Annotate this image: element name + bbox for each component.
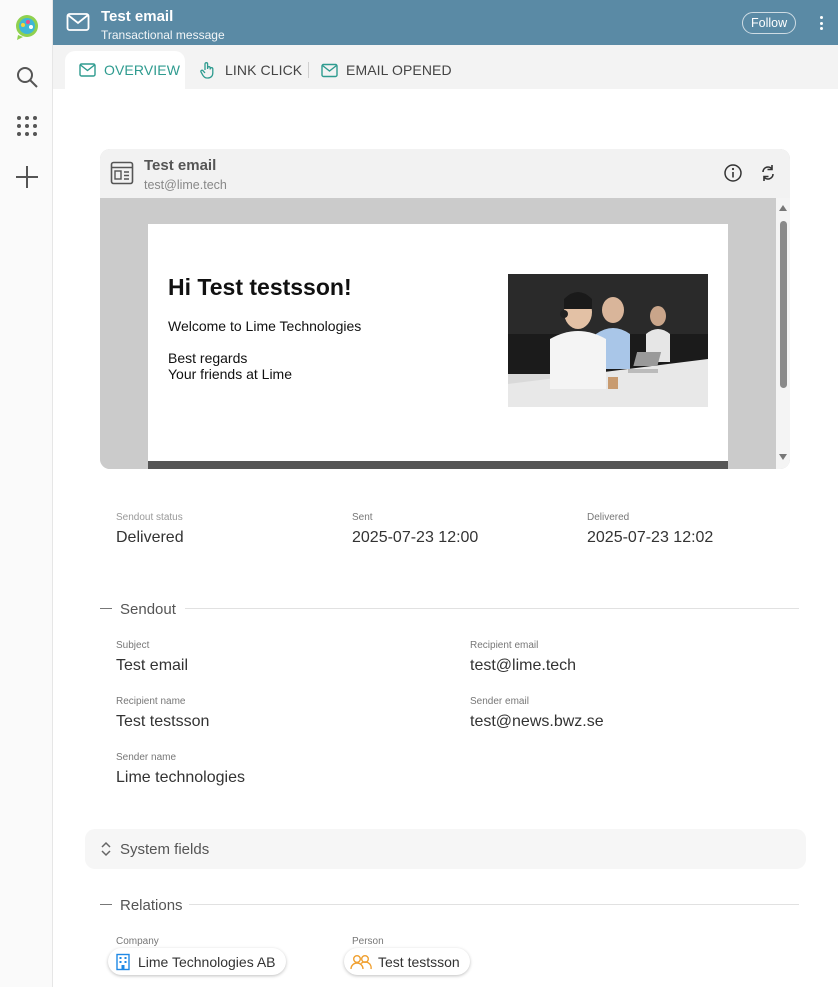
delivered-label: Delivered (587, 512, 630, 523)
delivered-value: 2025-07-23 12:02 (587, 529, 714, 546)
page-title: Test email (101, 8, 174, 25)
email-preview-frame[interactable]: Hi Test testsson! Welcome to Lime Techno… (100, 198, 776, 469)
lime-logo-icon[interactable] (0, 7, 53, 47)
subject-value: Test email (116, 657, 189, 674)
info-icon[interactable] (723, 163, 743, 188)
apps-grid-icon[interactable] (0, 106, 53, 146)
relations-collapse-icon[interactable] (100, 904, 112, 905)
email-signoff: Best regards Your friends at Lime (168, 350, 292, 382)
sendout-status-label: Sendout status (116, 512, 183, 523)
scroll-up-icon[interactable] (779, 205, 787, 211)
recipient-email-value: test@lime.tech (470, 657, 577, 674)
system-fields-toggle[interactable]: System fields (85, 829, 806, 869)
recipient-email-label: Recipient email (470, 640, 539, 651)
call-center-photo (508, 274, 708, 407)
email-welcome-text: Welcome to Lime Technologies (168, 318, 362, 334)
pointer-hand-icon (200, 62, 214, 79)
recipient-name-label: Recipient name (116, 696, 186, 707)
email-body: Hi Test testsson! Welcome to Lime Techno… (148, 224, 728, 469)
email-heading: Hi Test testsson! (168, 274, 352, 300)
sender-email-value: test@news.bwz.se (470, 713, 604, 730)
preview-scrollbar[interactable] (776, 198, 790, 469)
sender-name-label: Sender name (116, 752, 177, 763)
tab-email-opened[interactable]: EMAIL OPENED (321, 51, 452, 89)
envelope-open-icon (321, 63, 338, 77)
subject-label: Subject (116, 640, 150, 651)
newsletter-icon (110, 161, 134, 190)
card-address: test@lime.tech (144, 178, 227, 192)
sent-value: 2025-07-23 12:00 (352, 529, 479, 546)
system-fields-label: System fields (120, 841, 210, 858)
tab-label: OVERVIEW (104, 62, 181, 78)
left-rail (0, 0, 53, 987)
scroll-down-icon[interactable] (779, 454, 787, 460)
tab-overview[interactable]: OVERVIEW (65, 51, 185, 89)
tab-bar: OVERVIEW LINK CLICK EMAIL OPENED (53, 45, 838, 89)
sendout-status-value: Delivered (116, 529, 184, 546)
scrollbar-thumb[interactable] (780, 221, 787, 388)
company-label: Company (116, 936, 159, 947)
follow-button[interactable]: Follow (742, 12, 797, 34)
person-label: Person (352, 936, 384, 947)
tab-label: EMAIL OPENED (346, 62, 452, 78)
plus-icon[interactable] (0, 157, 53, 197)
recipient-name-value: Test testsson (116, 713, 210, 730)
sender-name-value: Lime technologies (116, 769, 245, 786)
person-chip[interactable]: Test testsson (344, 948, 470, 975)
people-icon (350, 954, 372, 969)
email-footer-bar (148, 461, 728, 469)
company-name: Lime Technologies AB (138, 953, 276, 970)
sendout-section-title[interactable]: Sendout (120, 601, 176, 618)
page-subtitle: Transactional message (101, 28, 225, 42)
envelope-icon (79, 63, 96, 77)
record-header: Test email Transactional message Follow (53, 0, 838, 45)
relations-section-title[interactable]: Relations (120, 897, 183, 914)
building-icon (116, 953, 130, 970)
more-options-icon[interactable] (811, 12, 831, 34)
tab-divider (308, 62, 309, 78)
sent-label: Sent (352, 512, 373, 523)
company-chip[interactable]: Lime Technologies AB (108, 948, 286, 975)
section-divider (185, 608, 799, 609)
sender-email-label: Sender email (470, 696, 529, 707)
expand-collapse-icon (100, 840, 112, 863)
person-name: Test testsson (378, 953, 460, 970)
email-regards-text: Best regards (168, 350, 248, 366)
section-divider (189, 904, 799, 905)
refresh-icon[interactable] (758, 163, 778, 188)
tab-link-click[interactable]: LINK CLICK (199, 51, 302, 89)
envelope-icon (66, 10, 90, 39)
email-signature-text: Your friends at Lime (168, 366, 292, 382)
card-header: Test email test@lime.tech (100, 149, 790, 198)
sendout-collapse-icon[interactable] (100, 608, 112, 609)
search-icon[interactable] (0, 57, 53, 97)
card-title: Test email (144, 157, 217, 174)
email-preview-card: Test email test@lime.tech Hi Test testss… (100, 149, 790, 469)
tab-label: LINK CLICK (225, 62, 303, 78)
